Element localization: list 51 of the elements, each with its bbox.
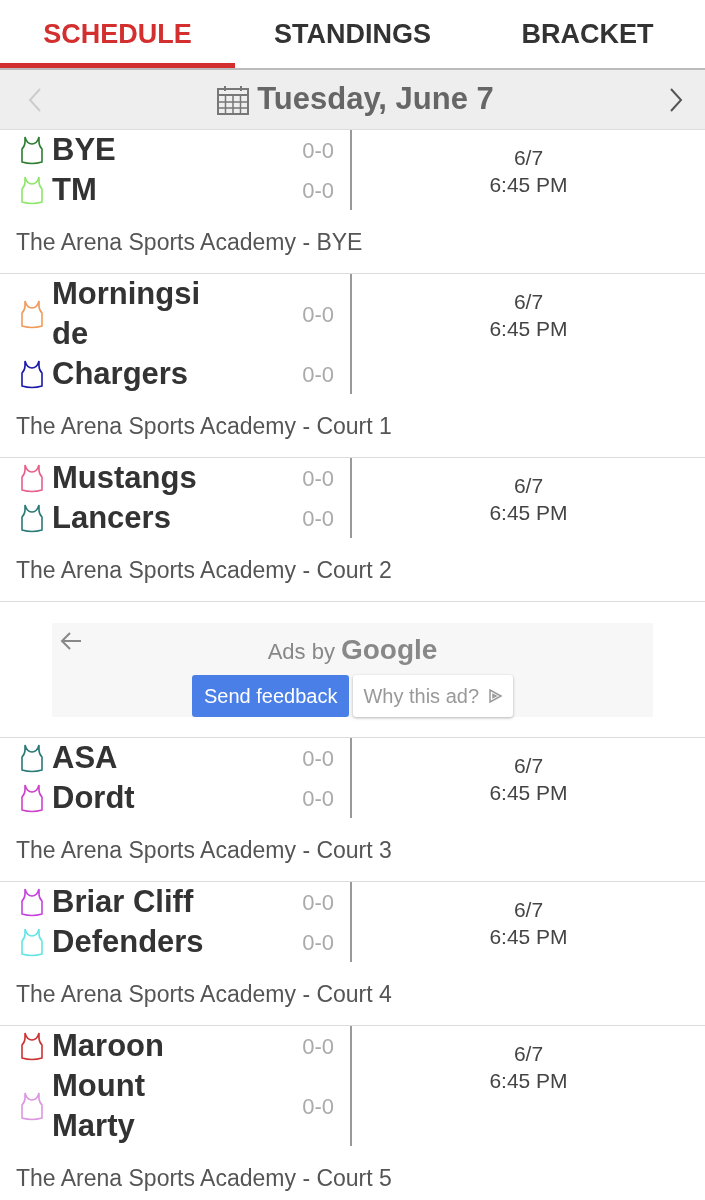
game-time: 6:45 PM (488, 316, 569, 342)
game-time: 6:45 PM (488, 924, 569, 950)
venue-text: The Arena Sports Academy - Court 3 (15, 836, 393, 865)
team-name: Briar Cliff (52, 883, 195, 921)
team-name: BYE (52, 131, 117, 169)
game-time: 6:45 PM (488, 172, 569, 198)
game-date: 6/7 (512, 753, 545, 779)
team-record: 0-0 (302, 176, 334, 205)
team-name: Dordt (52, 779, 136, 817)
team-name: Chargers (52, 355, 190, 393)
team-name: Mount Marty (52, 1067, 146, 1145)
team-name: TM (52, 171, 98, 209)
game-time: 6:45 PM (488, 780, 569, 806)
game-date: 6/7 (512, 897, 545, 923)
brand-logo: Google (340, 633, 438, 667)
venue-text: The Arena Sports Academy - Court 1 (15, 412, 393, 441)
venue-text: The Arena Sports Academy - BYE (15, 228, 364, 257)
why-ad-button[interactable]: Why this ad? (353, 675, 513, 717)
venue-text: The Arena Sports Academy - Court 4 (15, 980, 393, 1009)
team-name: Maroon (52, 1027, 165, 1065)
team-record: 0-0 (302, 1092, 334, 1121)
team-name: Morningside (52, 275, 202, 353)
game-date: 6/7 (512, 289, 545, 315)
feedback-button[interactable]: Send feedback (191, 675, 350, 717)
game-time: 6:45 PM (488, 1068, 569, 1094)
team-record: 0-0 (302, 300, 334, 329)
ads-label: Ads by (267, 638, 335, 666)
venue-text: The Arena Sports Academy - Court 2 (15, 556, 393, 585)
date-title: Tuesday, June 7 (257, 80, 494, 119)
calendar-icon (217, 84, 250, 115)
team-record: 0-0 (302, 928, 334, 957)
team-name: ASA (52, 739, 119, 777)
game-date: 6/7 (512, 1041, 545, 1067)
team-name: Lancers (52, 499, 172, 537)
team-record: 0-0 (302, 1032, 334, 1061)
team-name: Mustangs (52, 459, 198, 497)
back-arrow-icon[interactable] (60, 631, 82, 651)
next-icon[interactable] (669, 86, 683, 113)
team-record: 0-0 (302, 464, 334, 493)
game-date: 6/7 (512, 145, 545, 171)
team-record: 0-0 (302, 504, 334, 533)
team-record: 0-0 (302, 888, 334, 917)
team-record: 0-0 (302, 136, 334, 165)
game-date: 6/7 (512, 473, 545, 499)
team-record: 0-0 (302, 744, 334, 773)
team-record: 0-0 (302, 784, 334, 813)
ad-choices-icon (487, 688, 503, 704)
team-name: Defenders (52, 923, 205, 961)
game-time: 6:45 PM (488, 500, 569, 526)
team-record: 0-0 (302, 360, 334, 389)
venue-text: The Arena Sports Academy - Court 5 (15, 1164, 393, 1193)
